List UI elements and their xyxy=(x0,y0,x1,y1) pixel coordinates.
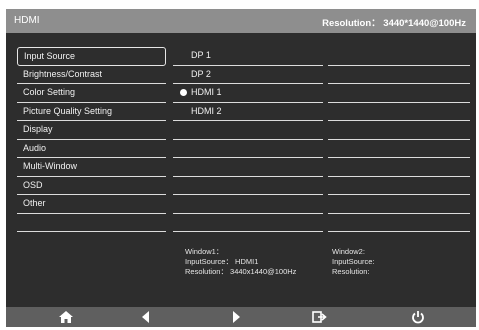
selected-dot-icon xyxy=(180,89,187,96)
window2-input: InputSource: xyxy=(332,257,375,266)
option-empty-row xyxy=(328,66,470,84)
menu-item-osd[interactable]: OSD xyxy=(17,177,166,195)
menu-empty-row xyxy=(17,214,166,232)
submenu-item-hdmi2[interactable]: HDMI 2 xyxy=(173,103,323,121)
menu-item-label: Other xyxy=(23,198,46,208)
window1-input: InputSource： HDMI1 xyxy=(185,257,259,266)
home-icon[interactable] xyxy=(58,310,74,324)
menu-item-label: Picture Quality Setting xyxy=(23,105,113,116)
option-empty-row xyxy=(328,214,470,232)
submenu-empty-row xyxy=(173,158,323,177)
menu-item-label: Audio xyxy=(23,142,47,153)
menu-item-label: Multi-Window xyxy=(23,161,78,171)
main-menu: Input Source Brightness/Contrast Color S… xyxy=(17,47,166,232)
menu-item-multi-window[interactable]: Multi-Window xyxy=(17,158,166,177)
window1-title: Window1： xyxy=(185,247,224,256)
option-empty-row xyxy=(328,121,470,140)
submenu-empty-row xyxy=(173,177,323,195)
menu-item-picture-quality[interactable]: Picture Quality Setting xyxy=(17,103,166,121)
window1-info: Window1： InputSource： HDMI1 Resolution： … xyxy=(185,247,296,277)
window2-info: Window2: InputSource: Resolution: xyxy=(332,247,375,277)
option-empty-row xyxy=(328,47,470,66)
submenu-item-dp2[interactable]: DP 2 xyxy=(173,66,323,84)
window1-resolution: Resolution： 3440x1440@100Hz xyxy=(185,267,297,276)
menu-item-label: Brightness/Contrast xyxy=(23,68,103,79)
window2-title: Window2: xyxy=(332,247,365,256)
menu-item-label: Display xyxy=(23,124,53,134)
option-empty-row xyxy=(328,103,470,121)
menu-item-label: Color Setting xyxy=(23,87,76,97)
footer-bar xyxy=(6,307,476,327)
submenu-empty-row xyxy=(173,195,323,214)
left-arrow-icon[interactable] xyxy=(138,310,154,324)
submenu-item-label: HDMI 2 xyxy=(191,105,222,116)
submenu-empty-row xyxy=(173,214,323,232)
option-empty-row xyxy=(328,140,470,158)
right-arrow-icon[interactable] xyxy=(228,310,244,324)
menu-item-other[interactable]: Other xyxy=(17,195,166,214)
menu-item-input-source[interactable]: Input Source xyxy=(17,47,166,66)
submenu-item-label: HDMI 1 xyxy=(191,87,222,97)
submenu-item-label: DP 1 xyxy=(191,50,211,60)
menu-item-label: Input Source xyxy=(24,51,76,61)
submenu-item-dp1[interactable]: DP 1 xyxy=(173,47,323,66)
submenu-empty-row xyxy=(173,121,323,140)
power-icon[interactable] xyxy=(410,310,426,324)
osd-window: HDMI Resolution： 3440*1440@100Hz Input S… xyxy=(6,9,476,327)
submenu: DP 1 DP 2 HDMI 1 HDMI 2 xyxy=(173,47,323,232)
option-empty-row xyxy=(328,84,470,103)
menu-item-audio[interactable]: Audio xyxy=(17,140,166,158)
menu-item-color-setting[interactable]: Color Setting xyxy=(17,84,166,103)
menu-item-display[interactable]: Display xyxy=(17,121,166,140)
window2-resolution: Resolution: xyxy=(332,267,370,276)
header-bar: HDMI Resolution： 3440*1440@100Hz xyxy=(6,9,476,33)
input-title: HDMI xyxy=(14,15,40,26)
submenu-item-label: DP 2 xyxy=(191,68,211,79)
submenu-empty-row xyxy=(173,140,323,158)
submenu-item-hdmi1[interactable]: HDMI 1 xyxy=(173,84,323,103)
menu-item-label: OSD xyxy=(23,179,43,190)
exit-icon[interactable] xyxy=(312,310,328,324)
option-empty-row xyxy=(328,177,470,195)
menu-item-brightness-contrast[interactable]: Brightness/Contrast xyxy=(17,66,166,84)
resolution-readout: Resolution： 3440*1440@100Hz xyxy=(322,18,466,29)
option-empty-row xyxy=(328,195,470,214)
option-column xyxy=(328,47,470,232)
option-empty-row xyxy=(328,158,470,177)
